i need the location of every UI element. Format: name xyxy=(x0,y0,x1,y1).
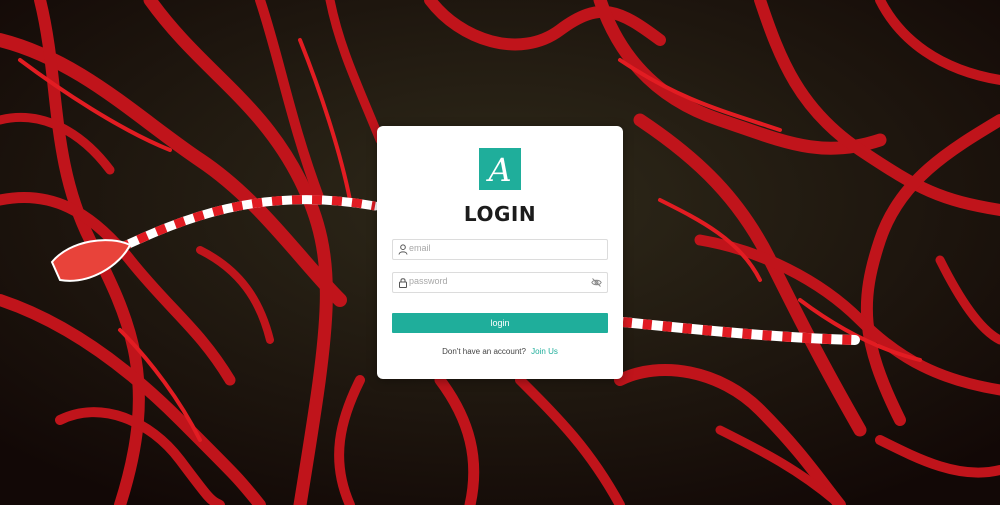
page-title: LOGIN xyxy=(463,202,537,226)
signup-prompt-text: Don't have an account? xyxy=(442,347,526,356)
login-button[interactable]: login xyxy=(392,313,608,333)
email-placeholder: email xyxy=(409,243,431,253)
login-card: A LOGIN email password login Don't have … xyxy=(377,126,623,379)
password-field[interactable]: password xyxy=(392,272,608,293)
logo-letter: A xyxy=(488,151,512,189)
password-placeholder: password xyxy=(409,276,448,286)
user-icon xyxy=(398,244,408,255)
eye-slash-icon[interactable] xyxy=(591,277,602,288)
lock-icon xyxy=(399,278,407,288)
join-us-link[interactable]: Join Us xyxy=(531,347,558,356)
brand-logo: A xyxy=(479,148,521,190)
email-field[interactable]: email xyxy=(392,239,608,260)
signup-prompt: Don't have an account? Join Us xyxy=(377,347,623,356)
